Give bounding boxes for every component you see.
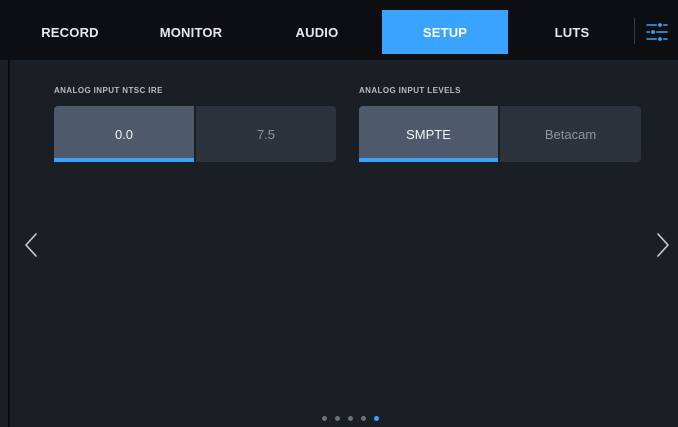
selected-indicator	[359, 158, 498, 162]
input-levels-option-label: Betacam	[544, 126, 597, 142]
input-levels-option-label: SMPTE	[406, 126, 451, 142]
tab-bar: RECORD MONITOR AUDIO SETUP LUTS	[0, 0, 678, 60]
input-levels-option-betacam[interactable]: Betacam	[500, 106, 641, 162]
input-levels-option-smpte[interactable]: SMPTE	[359, 106, 498, 162]
ntsc-ire-option-7-5[interactable]: 7.5	[196, 106, 336, 162]
tab-record[interactable]: RECORD	[10, 10, 130, 54]
ntsc-ire-option-0-0[interactable]: 0.0	[54, 106, 194, 162]
ntsc-ire-option-label: 7.5	[256, 126, 276, 142]
selected-indicator	[54, 158, 194, 162]
page-dot-5[interactable]	[374, 415, 379, 421]
input-levels-label: ANALOG INPUT LEVELS	[359, 86, 461, 95]
page-dot-1[interactable]	[322, 415, 327, 421]
ntsc-ire-label: ANALOG INPUT NTSC IRE	[54, 86, 163, 95]
tab-monitor[interactable]: MONITOR	[132, 10, 250, 54]
tab-audio[interactable]: AUDIO	[254, 10, 380, 54]
tab-luts[interactable]: LUTS	[510, 10, 634, 54]
page-dot-2[interactable]	[335, 415, 340, 421]
chevron-left-icon	[25, 233, 37, 257]
tab-divider	[634, 18, 635, 44]
edge-line	[8, 60, 10, 427]
previous-page-button[interactable]	[20, 228, 42, 262]
page-indicator	[322, 414, 379, 422]
setup-screen: RECORD MONITOR AUDIO SETUP LUTS ANALOG I	[0, 0, 678, 427]
page-dot-3[interactable]	[348, 415, 353, 421]
chevron-right-icon	[657, 233, 669, 257]
sliders-icon	[646, 21, 668, 43]
page-dot-4[interactable]	[361, 415, 366, 421]
settings-button[interactable]	[642, 16, 672, 48]
next-page-button[interactable]	[652, 228, 674, 262]
tab-setup[interactable]: SETUP	[382, 10, 508, 54]
ntsc-ire-option-label: 0.0	[114, 126, 134, 142]
